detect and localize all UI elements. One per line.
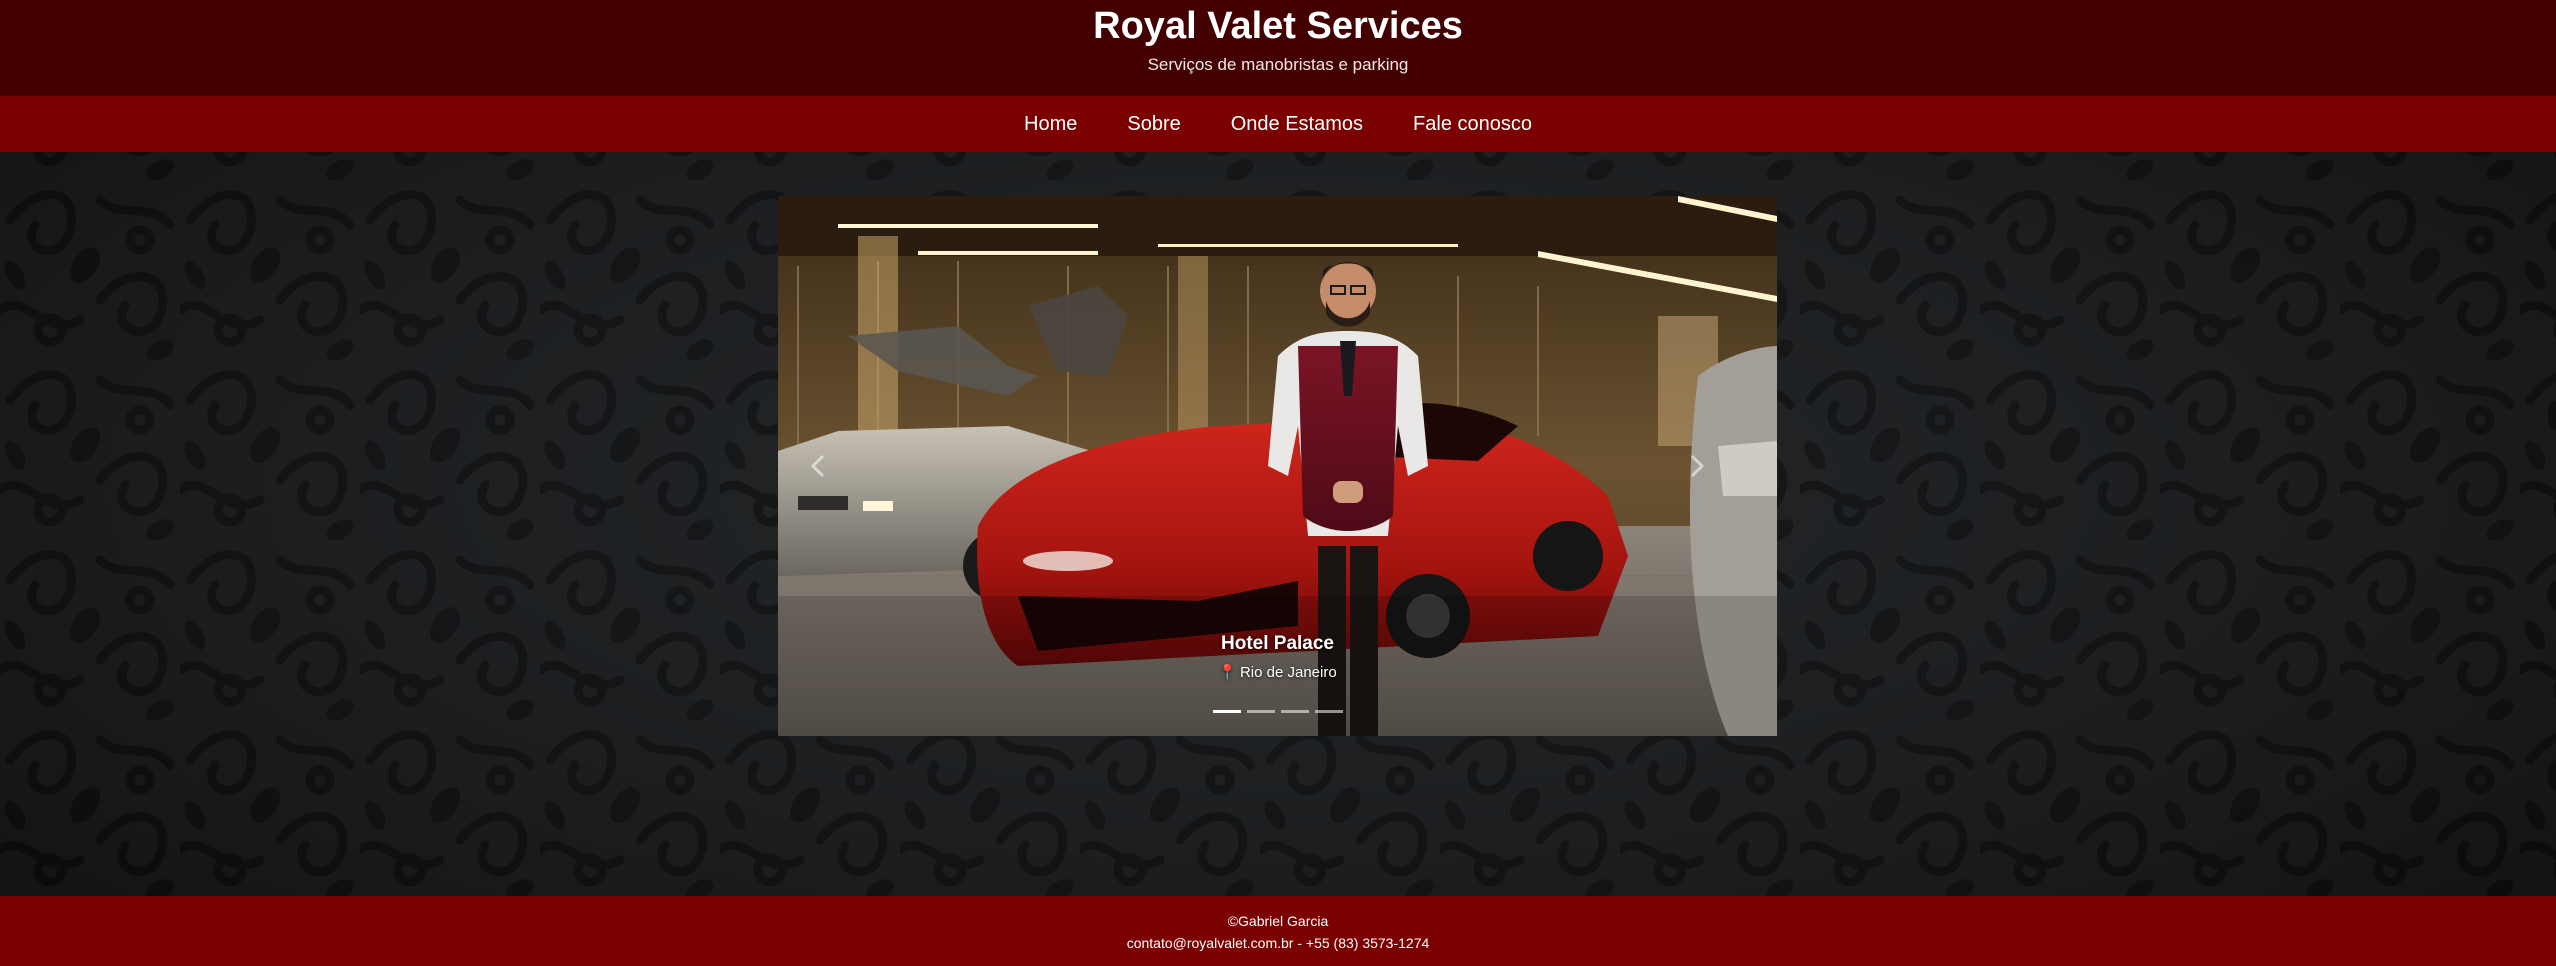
- map-pin-icon: 📍: [1218, 664, 1237, 681]
- slide-title: Hotel Palace: [1221, 633, 1334, 654]
- main-nav: Home Sobre Onde Estamos Fale conosco: [0, 96, 2556, 152]
- slide-location-text: Rio de Janeiro: [1239, 664, 1337, 681]
- nav-link-sobre[interactable]: Sobre: [1102, 96, 1205, 152]
- carousel-indicators: [778, 710, 1777, 713]
- site-footer: ©Gabriel Garcia contato@royalvalet.com.b…: [0, 896, 2556, 966]
- carousel-indicator[interactable]: [1280, 710, 1309, 713]
- footer-copyright: ©Gabriel Garcia: [1227, 913, 1329, 929]
- site-header: Royal Valet Services Serviços de manobri…: [0, 0, 2556, 96]
- slide-location: 📍 Rio de Janeiro: [778, 663, 1777, 683]
- carousel-indicator[interactable]: [1212, 710, 1241, 713]
- carousel-indicator[interactable]: [1314, 710, 1343, 713]
- nav-link-fale-conosco[interactable]: Fale conosco: [1388, 96, 1557, 152]
- nav-link-home[interactable]: Home: [999, 96, 1102, 152]
- site-subtitle: Serviços de manobristas e parking: [1147, 55, 1409, 74]
- hero-carousel: Hotel Palace 📍 Rio de Janeiro: [778, 196, 1777, 736]
- carousel-caption: Hotel Palace 📍 Rio de Janeiro: [778, 632, 1777, 683]
- chevron-left-icon: [810, 454, 825, 478]
- site-title: Royal Valet Services: [1093, 5, 1463, 47]
- chevron-right-icon: [1690, 454, 1705, 478]
- footer-contact: contato@royalvalet.com.br - +55 (83) 357…: [1126, 935, 1430, 951]
- carousel-next-button[interactable]: [1667, 436, 1727, 496]
- carousel-prev-button[interactable]: [788, 436, 848, 496]
- nav-link-onde-estamos[interactable]: Onde Estamos: [1206, 96, 1388, 152]
- carousel-indicator[interactable]: [1246, 710, 1275, 713]
